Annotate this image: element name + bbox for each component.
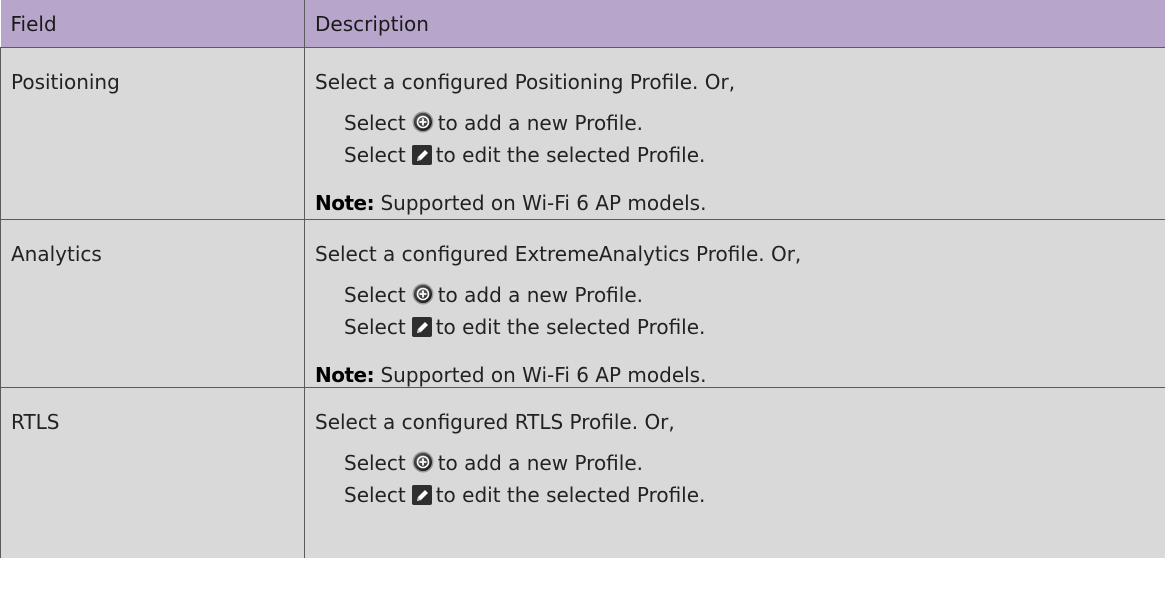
description-cell: Select a configured Positioning Profile.… [304,47,1165,220]
add-suffix: to add a new Profile. [437,283,643,307]
add-circle-icon [412,283,434,313]
add-action-line: Select to add a new Profile. [315,109,1165,141]
edit-action-line: Select to edit the selected Profile. [315,481,1165,513]
note: Note: Supported on Wi-Fi 6 AP models. [315,363,1165,387]
field-name: Analytics [11,242,102,266]
field-description-table: Field Description Positioning Select a c… [0,0,1165,558]
edit-action-line: Select to edit the selected Profile. [315,313,1165,345]
edit-pencil-icon [411,144,432,173]
edit-prefix: Select [344,315,406,339]
note: Note: Supported on Wi-Fi 6 AP models. [315,191,1165,215]
header-description: Description [304,0,1165,48]
description-cell: Select a configured ExtremeAnalytics Pro… [304,219,1165,388]
description-intro: Select a configured RTLS Profile. Or, [315,410,675,434]
table-header-row: Field Description [0,0,1165,48]
edit-prefix: Select [344,483,406,507]
edit-action-line: Select to edit the selected Profile. [315,141,1165,173]
field-name: RTLS [11,410,60,434]
header-field: Field [0,0,305,48]
field-cell: RTLS [0,387,305,558]
edit-suffix: to edit the selected Profile. [435,315,706,339]
table-row: RTLS Select a configured RTLS Profile. O… [0,387,1165,558]
action-list: Select to add a new Profile. Select to edi… [315,449,1165,513]
note-text: Supported on Wi-Fi 6 AP models. [374,191,707,215]
table-row: Analytics Select a configured ExtremeAna… [0,219,1165,388]
field-name: Positioning [11,70,120,94]
description-intro: Select a configured ExtremeAnalytics Pro… [315,242,802,266]
edit-suffix: to edit the selected Profile. [435,143,706,167]
add-action-line: Select to add a new Profile. [315,281,1165,313]
action-list: Select to add a new Profile. Select to edi… [315,109,1165,173]
field-cell: Positioning [0,47,305,220]
action-list: Select to add a new Profile. Select to edi… [315,281,1165,345]
add-suffix: to add a new Profile. [437,451,643,475]
description-cell: Select a configured RTLS Profile. Or, Se… [304,387,1165,558]
add-circle-icon [412,451,434,481]
add-action-line: Select to add a new Profile. [315,449,1165,481]
description-intro: Select a configured Positioning Profile.… [315,70,736,94]
edit-suffix: to edit the selected Profile. [435,483,706,507]
add-prefix: Select [344,283,406,307]
note-label: Note: [315,363,375,387]
edit-pencil-icon [411,316,432,345]
note-label: Note: [315,191,375,215]
table-row: Positioning Select a configured Position… [0,47,1165,220]
add-prefix: Select [344,451,406,475]
note-text: Supported on Wi-Fi 6 AP models. [374,363,707,387]
add-circle-icon [412,111,434,141]
edit-pencil-icon [411,484,432,513]
edit-prefix: Select [344,143,406,167]
field-cell: Analytics [0,219,305,388]
add-prefix: Select [344,111,406,135]
add-suffix: to add a new Profile. [437,111,643,135]
